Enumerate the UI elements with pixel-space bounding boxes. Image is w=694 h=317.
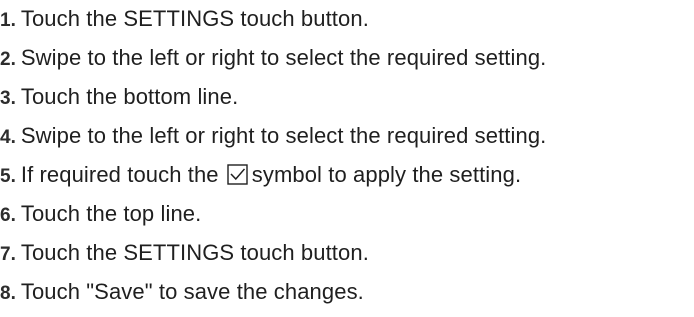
checkbox-check-icon xyxy=(227,164,248,185)
step-text: Touch the top line. xyxy=(20,201,202,226)
step-3: 3. Touch the bottom line. xyxy=(0,80,238,114)
step-text: Touch "Save" to save the changes. xyxy=(20,279,364,304)
step-text: Swipe to the left or right to select the… xyxy=(20,45,547,70)
step-5: 5. If required touch the symbol to apply … xyxy=(0,158,521,192)
step-number: 6. xyxy=(0,205,16,226)
step-4: 4. Swipe to the left or right to select t… xyxy=(0,119,546,153)
step-number: 3. xyxy=(0,88,16,109)
step-number: 4. xyxy=(0,127,16,148)
step-number: 2. xyxy=(0,49,16,70)
step-2: 2. Swipe to the left or right to select t… xyxy=(0,41,546,75)
step-number: 7. xyxy=(0,244,16,265)
step-number: 8. xyxy=(0,283,16,304)
step-number: 1. xyxy=(0,10,16,31)
step-text: Touch the bottom line. xyxy=(20,84,239,109)
step-7: 7. Touch the SETTINGS touch button. xyxy=(0,236,369,270)
step-1: 1. Touch the SETTINGS touch button. xyxy=(0,2,369,36)
step-6: 6. Touch the top line. xyxy=(0,197,201,231)
instruction-steps-list: 1. Touch the SETTINGS touch button. 2. Swi… xyxy=(0,0,694,317)
step-text: Touch the SETTINGS touch button. xyxy=(20,6,369,31)
step-text: Swipe to the left or right to select the… xyxy=(20,123,547,148)
step-text-before-icon: If required touch the xyxy=(20,162,219,187)
step-text: Touch the SETTINGS touch button. xyxy=(20,240,369,265)
step-number: 5. xyxy=(0,166,16,187)
step-8: 8. Touch "Save" to save the changes. xyxy=(0,275,364,309)
step-text-after-icon: symbol to apply the setting. xyxy=(251,162,522,187)
